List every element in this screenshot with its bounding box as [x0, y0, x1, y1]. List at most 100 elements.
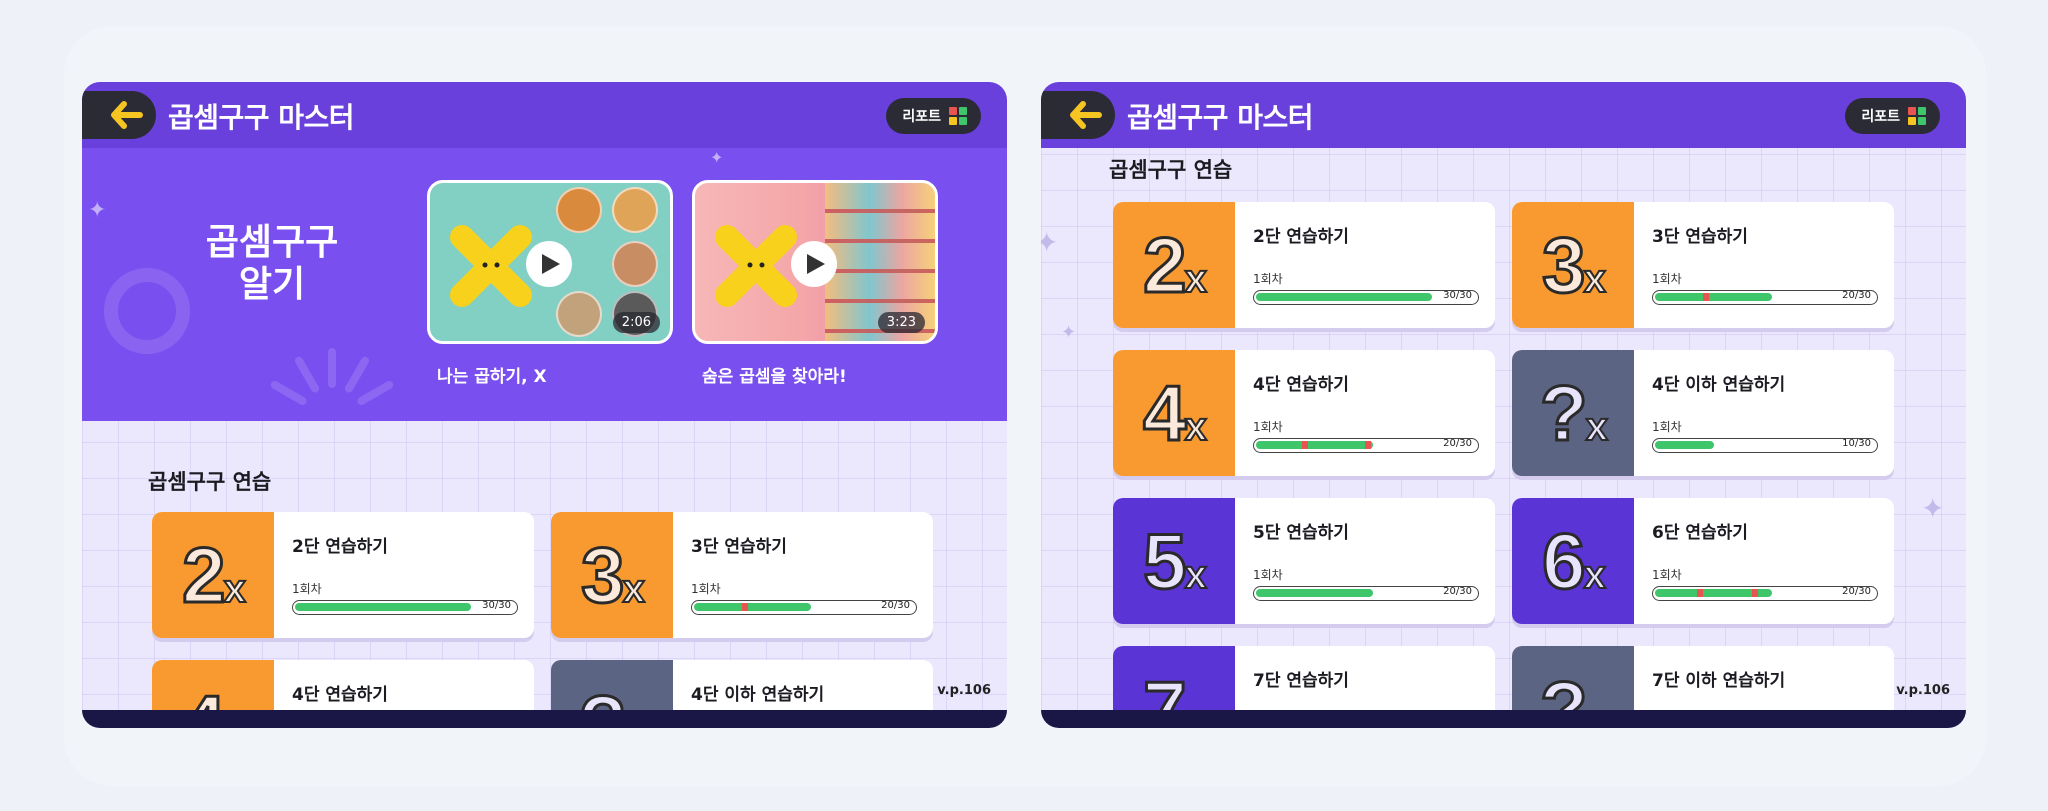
sparkle-icon: ✦ [1921, 492, 1945, 525]
dan-digit: 6 [1541, 515, 1587, 606]
progress-bar: 10/30 [1652, 438, 1878, 453]
intro-title: 곱셈구구 알기 [205, 222, 339, 305]
sparkle-icon: ✦ [88, 198, 107, 223]
practice-card-title: 3단 연습하기 [691, 537, 787, 557]
progress-bar: 20/30 [1253, 438, 1479, 453]
app-header: 곱셈구구 마스터 리포트 [82, 82, 1007, 148]
practice-section-title: 곱셈구구 연습 [1109, 158, 1233, 182]
progress-miss-marker [742, 603, 748, 611]
progress-fill [1256, 293, 1432, 301]
sparkle-icon: ✦ [1041, 226, 1059, 259]
dan-number: 6x [1541, 515, 1607, 607]
progress-bar: 30/30 [1253, 290, 1479, 305]
practice-card-title: 4단 이하 연습하기 [1652, 375, 1786, 395]
play-button[interactable] [526, 241, 572, 287]
progress-fill [1256, 441, 1373, 449]
multiplication-badge-icon: 6x [1512, 498, 1634, 624]
times-icon: x [1184, 256, 1208, 302]
practice-round: 1회차 [1652, 568, 1682, 582]
report-grid-icon [1908, 107, 1926, 125]
progress-miss-marker [1703, 293, 1709, 301]
play-icon [542, 254, 560, 274]
progress-miss-marker [1302, 441, 1308, 449]
practice-card[interactable]: 5x 5단 연습하기 1회차 20/30 [1113, 498, 1495, 624]
report-button[interactable]: 리포트 [886, 98, 981, 134]
dan-number: 5x [1142, 515, 1208, 607]
practice-card[interactable]: 2x 2단 연습하기 1회차 30/30 [1113, 202, 1495, 328]
x-mascot-icon [713, 223, 799, 309]
practice-card[interactable]: 2x 2단 연습하기 1회차 30/30 [152, 512, 534, 638]
progress-count: 30/30 [1443, 290, 1472, 301]
practice-card[interactable]: 3x 3단 연습하기 1회차 20/30 [1512, 202, 1894, 328]
practice-section-title: 곱셈구구 연습 [148, 470, 272, 494]
practice-card-title: 5단 연습하기 [1253, 523, 1349, 543]
multiplication-badge-icon: 4x [1113, 350, 1235, 476]
progress-fill [1256, 589, 1373, 597]
dan-number: 4x [1142, 367, 1208, 459]
progress-fill [1655, 441, 1714, 449]
practice-card[interactable]: ?x 4단 이하 연습하기 1회차 10/30 [1512, 350, 1894, 476]
progress-fill [1655, 293, 1772, 301]
decoration-ray [328, 348, 336, 388]
back-button[interactable] [82, 91, 156, 139]
progress-fill [694, 603, 811, 611]
dan-number: ?x [1539, 367, 1609, 459]
multiplication-badge-icon: 3x [1512, 202, 1634, 328]
practice-round: 1회차 [1253, 272, 1283, 286]
progress-count: 20/30 [1842, 586, 1871, 597]
progress-count: 20/30 [1443, 438, 1472, 449]
progress-count: 20/30 [1842, 290, 1871, 301]
back-arrow-icon [111, 101, 143, 129]
practice-round: 1회차 [1253, 420, 1283, 434]
practice-card-title: 4단 이하 연습하기 [691, 685, 825, 705]
report-grid-icon [949, 107, 967, 125]
decoration-ray [355, 379, 395, 407]
multiplication-badge-icon: 2x [1113, 202, 1235, 328]
sparkle-icon: ✦ [1061, 322, 1077, 343]
dog-photo [612, 187, 658, 233]
practice-card[interactable]: 3x 3단 연습하기 1회차 20/30 [551, 512, 933, 638]
progress-bar: 20/30 [1253, 586, 1479, 601]
practice-card[interactable]: 6x 6단 연습하기 1회차 20/30 [1512, 498, 1894, 624]
back-button[interactable] [1041, 91, 1115, 139]
footer-bar [1041, 710, 1966, 728]
dan-number: 2x [1142, 219, 1208, 311]
decoration-ray [269, 379, 309, 407]
practice-round: 1회차 [691, 582, 721, 596]
practice-card-title: 6단 연습하기 [1652, 523, 1748, 543]
times-icon: x [1184, 404, 1208, 450]
x-mascot-icon [448, 223, 534, 309]
practice-round: 1회차 [292, 582, 322, 596]
practice-card[interactable]: 4x 4단 연습하기 1회차 20/30 [1113, 350, 1495, 476]
dan-digit: 2 [1142, 219, 1188, 310]
progress-count: 30/30 [482, 600, 511, 611]
practice-round: 1회차 [1652, 272, 1682, 286]
play-button[interactable] [791, 241, 837, 287]
times-icon: x [622, 566, 646, 612]
app-title: 곱셈구구 마스터 [1127, 101, 1314, 134]
multiplication-badge-icon: 5x [1113, 498, 1235, 624]
practice-card-title: 2단 연습하기 [292, 537, 388, 557]
practice-card-title: 4단 연습하기 [292, 685, 388, 705]
video-card[interactable]: 3:23 [692, 180, 938, 344]
screen-practice-scrolled: ✦ ✦ ✦ 곱셈구구 마스터 리포트 곱셈구구 연습 2x 2단 연습하기 1회차 3… [1041, 82, 1966, 728]
practice-round: 1회차 [1652, 420, 1682, 434]
practice-card-title: 4단 연습하기 [1253, 375, 1349, 395]
back-arrow-icon [1070, 101, 1102, 129]
play-icon [807, 254, 825, 274]
times-icon: x [1184, 552, 1208, 598]
multiplication-badge-icon: 3x [551, 512, 673, 638]
report-button[interactable]: 리포트 [1845, 98, 1940, 134]
practice-card-title: 7단 연습하기 [1253, 671, 1349, 691]
decoration-ray [343, 355, 371, 395]
progress-bar: 20/30 [1652, 290, 1878, 305]
footer-bar [82, 710, 1007, 728]
version-label: v.p.106 [1896, 683, 1950, 698]
dan-number: 3x [1541, 219, 1607, 311]
dog-photo [556, 291, 602, 337]
decoration-ray [293, 355, 321, 395]
video-duration: 3:23 [877, 312, 925, 333]
video-card[interactable]: 2:06 [427, 180, 673, 344]
progress-bar: 20/30 [691, 600, 917, 615]
dog-photo [556, 187, 602, 233]
